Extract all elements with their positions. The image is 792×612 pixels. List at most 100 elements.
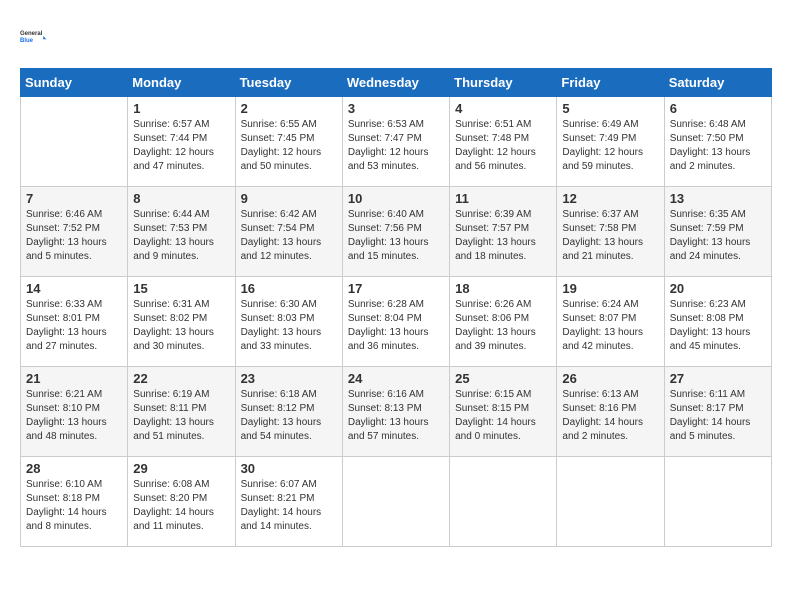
calendar-cell: 5 Sunrise: 6:49 AM Sunset: 7:49 PM Daylig… — [557, 97, 664, 187]
calendar-cell: 11 Sunrise: 6:39 AM Sunset: 7:57 PM Dayli… — [450, 187, 557, 277]
calendar-cell: 20 Sunrise: 6:23 AM Sunset: 8:08 PM Dayli… — [664, 277, 771, 367]
calendar-cell: 26 Sunrise: 6:13 AM Sunset: 8:16 PM Dayli… — [557, 367, 664, 457]
day-info: Sunrise: 6:31 AM Sunset: 8:02 PM Dayligh… — [133, 298, 229, 354]
day-info: Sunrise: 6:19 AM Sunset: 8:11 PM Dayligh… — [133, 388, 229, 444]
day-info: Sunrise: 6:37 AM Sunset: 7:58 PM Dayligh… — [562, 208, 658, 264]
day-info: Sunrise: 6:40 AM Sunset: 7:56 PM Dayligh… — [348, 208, 444, 264]
day-number: 6 — [670, 101, 766, 116]
day-number: 7 — [26, 191, 122, 206]
calendar-table: SundayMondayTuesdayWednesdayThursdayFrid… — [20, 68, 772, 547]
day-number: 20 — [670, 281, 766, 296]
day-number: 23 — [241, 371, 337, 386]
day-info: Sunrise: 6:57 AM Sunset: 7:44 PM Dayligh… — [133, 118, 229, 174]
weekday-header: Sunday — [21, 69, 128, 97]
day-number: 22 — [133, 371, 229, 386]
calendar-cell — [450, 457, 557, 547]
day-info: Sunrise: 6:30 AM Sunset: 8:03 PM Dayligh… — [241, 298, 337, 354]
day-info: Sunrise: 6:24 AM Sunset: 8:07 PM Dayligh… — [562, 298, 658, 354]
day-info: Sunrise: 6:10 AM Sunset: 8:18 PM Dayligh… — [26, 478, 122, 534]
calendar-cell: 14 Sunrise: 6:33 AM Sunset: 8:01 PM Dayli… — [21, 277, 128, 367]
day-info: Sunrise: 6:33 AM Sunset: 8:01 PM Dayligh… — [26, 298, 122, 354]
day-number: 17 — [348, 281, 444, 296]
day-info: Sunrise: 6:42 AM Sunset: 7:54 PM Dayligh… — [241, 208, 337, 264]
weekday-header: Friday — [557, 69, 664, 97]
day-number: 19 — [562, 281, 658, 296]
day-number: 21 — [26, 371, 122, 386]
calendar-cell: 15 Sunrise: 6:31 AM Sunset: 8:02 PM Dayli… — [128, 277, 235, 367]
calendar-cell: 18 Sunrise: 6:26 AM Sunset: 8:06 PM Dayli… — [450, 277, 557, 367]
calendar-cell: 21 Sunrise: 6:21 AM Sunset: 8:10 PM Dayli… — [21, 367, 128, 457]
calendar-cell: 16 Sunrise: 6:30 AM Sunset: 8:03 PM Dayli… — [235, 277, 342, 367]
calendar-cell: 13 Sunrise: 6:35 AM Sunset: 7:59 PM Dayli… — [664, 187, 771, 277]
calendar-cell: 10 Sunrise: 6:40 AM Sunset: 7:56 PM Dayli… — [342, 187, 449, 277]
calendar-cell: 25 Sunrise: 6:15 AM Sunset: 8:15 PM Dayli… — [450, 367, 557, 457]
calendar-cell: 9 Sunrise: 6:42 AM Sunset: 7:54 PM Daylig… — [235, 187, 342, 277]
day-info: Sunrise: 6:26 AM Sunset: 8:06 PM Dayligh… — [455, 298, 551, 354]
day-number: 5 — [562, 101, 658, 116]
svg-text:General: General — [20, 31, 43, 37]
calendar-cell: 19 Sunrise: 6:24 AM Sunset: 8:07 PM Dayli… — [557, 277, 664, 367]
day-number: 10 — [348, 191, 444, 206]
day-info: Sunrise: 6:23 AM Sunset: 8:08 PM Dayligh… — [670, 298, 766, 354]
calendar-cell: 28 Sunrise: 6:10 AM Sunset: 8:18 PM Dayli… — [21, 457, 128, 547]
day-info: Sunrise: 6:21 AM Sunset: 8:10 PM Dayligh… — [26, 388, 122, 444]
calendar-cell: 1 Sunrise: 6:57 AM Sunset: 7:44 PM Daylig… — [128, 97, 235, 187]
weekday-header: Wednesday — [342, 69, 449, 97]
day-info: Sunrise: 6:28 AM Sunset: 8:04 PM Dayligh… — [348, 298, 444, 354]
weekday-header: Saturday — [664, 69, 771, 97]
calendar-cell: 12Sunrise: 6:37 AM Sunset: 7:58 PM Dayli… — [557, 187, 664, 277]
day-info: Sunrise: 6:55 AM Sunset: 7:45 PM Dayligh… — [241, 118, 337, 174]
day-number: 16 — [241, 281, 337, 296]
day-number: 3 — [348, 101, 444, 116]
calendar-cell: 4 Sunrise: 6:51 AM Sunset: 7:48 PM Daylig… — [450, 97, 557, 187]
calendar-cell — [557, 457, 664, 547]
day-info: Sunrise: 6:48 AM Sunset: 7:50 PM Dayligh… — [670, 118, 766, 174]
logo: GeneralBlue — [20, 20, 52, 52]
day-number: 13 — [670, 191, 766, 206]
day-number: 11 — [455, 191, 551, 206]
calendar-cell: 7 Sunrise: 6:46 AM Sunset: 7:52 PM Daylig… — [21, 187, 128, 277]
day-info: Sunrise: 6:46 AM Sunset: 7:52 PM Dayligh… — [26, 208, 122, 264]
day-number: 27 — [670, 371, 766, 386]
day-number: 2 — [241, 101, 337, 116]
day-number: 29 — [133, 461, 229, 476]
calendar-cell — [342, 457, 449, 547]
day-info: Sunrise: 6:39 AM Sunset: 7:57 PM Dayligh… — [455, 208, 551, 264]
calendar-cell: 23 Sunrise: 6:18 AM Sunset: 8:12 PM Dayli… — [235, 367, 342, 457]
calendar-cell: 27Sunrise: 6:11 AM Sunset: 8:17 PM Dayli… — [664, 367, 771, 457]
calendar-cell: 6 Sunrise: 6:48 AM Sunset: 7:50 PM Daylig… — [664, 97, 771, 187]
day-number: 14 — [26, 281, 122, 296]
calendar-header: SundayMondayTuesdayWednesdayThursdayFrid… — [21, 69, 772, 97]
calendar-cell — [21, 97, 128, 187]
day-info: Sunrise: 6:18 AM Sunset: 8:12 PM Dayligh… — [241, 388, 337, 444]
day-number: 1 — [133, 101, 229, 116]
day-number: 8 — [133, 191, 229, 206]
calendar-cell: 30Sunrise: 6:07 AM Sunset: 8:21 PM Dayli… — [235, 457, 342, 547]
day-info: Sunrise: 6:53 AM Sunset: 7:47 PM Dayligh… — [348, 118, 444, 174]
day-info: Sunrise: 6:16 AM Sunset: 8:13 PM Dayligh… — [348, 388, 444, 444]
day-info: Sunrise: 6:08 AM Sunset: 8:20 PM Dayligh… — [133, 478, 229, 534]
day-info: Sunrise: 6:51 AM Sunset: 7:48 PM Dayligh… — [455, 118, 551, 174]
calendar-cell — [664, 457, 771, 547]
day-info: Sunrise: 6:44 AM Sunset: 7:53 PM Dayligh… — [133, 208, 229, 264]
day-number: 26 — [562, 371, 658, 386]
day-info: Sunrise: 6:13 AM Sunset: 8:16 PM Dayligh… — [562, 388, 658, 444]
day-info: Sunrise: 6:49 AM Sunset: 7:49 PM Dayligh… — [562, 118, 658, 174]
calendar-cell: 8 Sunrise: 6:44 AM Sunset: 7:53 PM Daylig… — [128, 187, 235, 277]
calendar-cell: 29 Sunrise: 6:08 AM Sunset: 8:20 PM Dayli… — [128, 457, 235, 547]
weekday-header: Monday — [128, 69, 235, 97]
day-number: 15 — [133, 281, 229, 296]
day-info: Sunrise: 6:35 AM Sunset: 7:59 PM Dayligh… — [670, 208, 766, 264]
day-number: 4 — [455, 101, 551, 116]
day-number: 24 — [348, 371, 444, 386]
day-info: Sunrise: 6:07 AM Sunset: 8:21 PM Dayligh… — [241, 478, 337, 534]
day-number: 9 — [241, 191, 337, 206]
calendar-cell: 22 Sunrise: 6:19 AM Sunset: 8:11 PM Dayli… — [128, 367, 235, 457]
day-number: 25 — [455, 371, 551, 386]
logo-icon: GeneralBlue — [20, 20, 52, 52]
day-number: 28 — [26, 461, 122, 476]
day-number: 18 — [455, 281, 551, 296]
svg-text:Blue: Blue — [20, 38, 34, 44]
day-info: Sunrise: 6:15 AM Sunset: 8:15 PM Dayligh… — [455, 388, 551, 444]
weekday-header: Thursday — [450, 69, 557, 97]
